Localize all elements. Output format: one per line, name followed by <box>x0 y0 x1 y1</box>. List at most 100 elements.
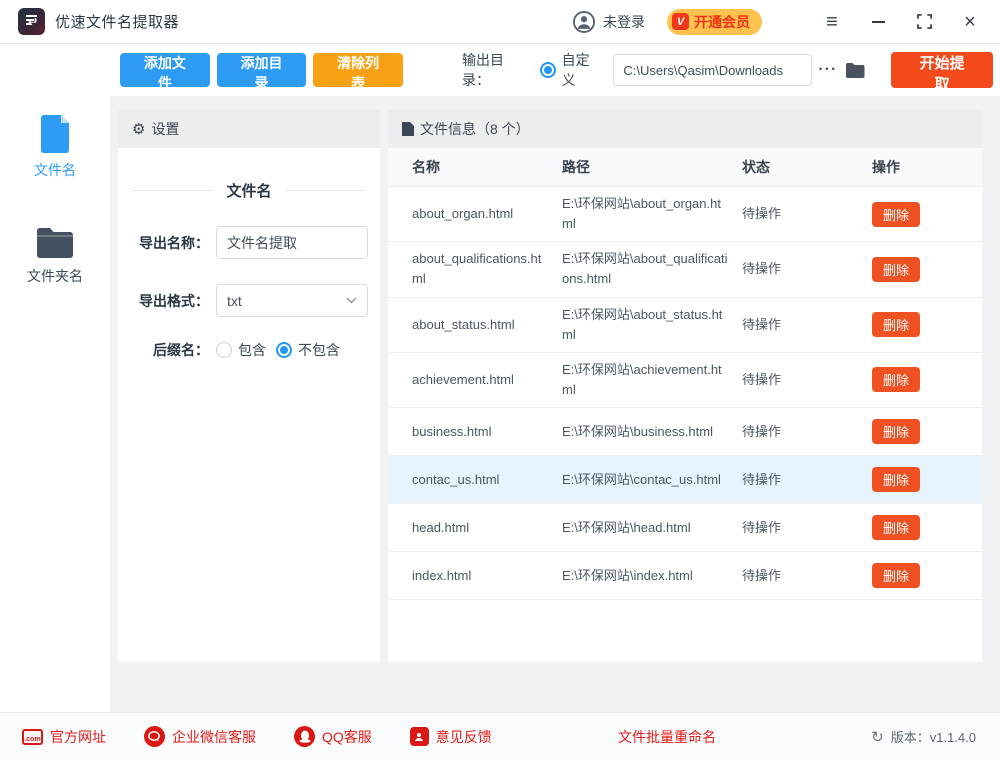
close-icon: × <box>964 12 976 32</box>
table-row[interactable]: contac_us.html E:\环保网站\contac_us.html 待操… <box>388 456 982 504</box>
table-row[interactable]: business.html E:\环保网站\business.html 待操作 … <box>388 408 982 456</box>
export-name-input[interactable] <box>216 226 368 259</box>
output-path-input[interactable] <box>613 54 812 86</box>
settings-panel: ⚙ 设置 文件名 导出名称： 导出格式： txt 后缀名： 包含 不包含 <box>118 110 380 662</box>
table-row[interactable]: head.html E:\环保网站\head.html 待操作 删除 <box>388 504 982 552</box>
row-path: E:\环保网站\about_organ.html <box>562 187 742 241</box>
table-row[interactable]: achievement.html E:\环保网站\achievement.htm… <box>388 353 982 408</box>
col-name: 名称 <box>412 157 562 177</box>
export-format-select[interactable]: txt <box>216 284 368 317</box>
suffix-include-label[interactable]: 包含 <box>238 340 266 360</box>
folder-dark-icon <box>35 226 75 260</box>
suffix-exclude-radio[interactable] <box>276 342 292 358</box>
export-name-label: 导出名称： <box>132 233 209 253</box>
batch-rename-link[interactable]: 文件批量重命名 <box>618 727 716 747</box>
export-format-row: 导出格式： txt <box>118 284 380 317</box>
refresh-icon[interactable]: ↻ <box>871 728 884 746</box>
delete-button[interactable]: 删除 <box>872 563 920 588</box>
table-row[interactable]: about_qualifications.html E:\环保网站\about_… <box>388 242 982 297</box>
row-path: E:\环保网站\head.html <box>562 511 742 545</box>
file-info-header: 文件信息（8 个） <box>388 110 982 148</box>
document-icon <box>402 122 414 136</box>
col-status: 状态 <box>742 157 872 177</box>
row-status: 待操作 <box>742 463 872 497</box>
suffix-exclude-label[interactable]: 不包含 <box>298 340 340 360</box>
menu-button[interactable]: ≡ <box>820 10 844 34</box>
delete-button[interactable]: 删除 <box>872 515 920 540</box>
table-row[interactable]: about_organ.html E:\环保网站\about_organ.htm… <box>388 187 982 242</box>
row-name: achievement.html <box>412 363 562 397</box>
add-directory-button[interactable]: 添加目录 <box>217 53 307 87</box>
table-row[interactable]: index.html E:\环保网站\index.html 待操作 删除 <box>388 552 982 600</box>
browse-more-button[interactable]: ··· <box>818 61 837 79</box>
close-button[interactable]: × <box>958 10 982 34</box>
col-action: 操作 <box>872 157 982 177</box>
file-info-panel: 文件信息（8 个） 名称 路径 状态 操作 about_organ.html E… <box>388 110 982 662</box>
clear-list-button[interactable]: 清除列表 <box>313 53 403 87</box>
minimize-icon <box>872 21 885 23</box>
app-window: 优速文件名提取器 未登录 V 开通会员 ≡ × 添加文件 添加目录 清除列表 输… <box>0 0 1000 760</box>
suffix-row: 后缀名： 包含 不包含 <box>118 340 380 360</box>
section-title: 文件名 <box>132 180 366 201</box>
start-extract-button[interactable]: 开始提取 <box>891 52 993 88</box>
login-status[interactable]: 未登录 <box>603 12 645 32</box>
open-folder-button[interactable] <box>845 62 865 79</box>
hamburger-icon: ≡ <box>826 12 838 32</box>
row-status: 待操作 <box>742 511 872 545</box>
file-icon <box>37 114 73 154</box>
website-icon: .com <box>22 729 43 745</box>
row-name: about_organ.html <box>412 197 562 231</box>
toolbar: 添加文件 添加目录 清除列表 输出目录： 自定义 ··· 开始提取 <box>110 44 1000 96</box>
chevron-down-icon <box>346 297 357 304</box>
row-path: E:\环保网站\contac_us.html <box>562 463 742 497</box>
official-site-link[interactable]: .com 官方网址 <box>22 727 106 747</box>
delete-button[interactable]: 删除 <box>872 202 920 227</box>
sidebar: 文件名 文件夹名 <box>0 44 110 712</box>
delete-button[interactable]: 删除 <box>872 257 920 282</box>
custom-output-label[interactable]: 自定义 <box>562 50 604 90</box>
folder-icon <box>845 62 865 79</box>
maximize-icon <box>917 14 932 29</box>
row-status: 待操作 <box>742 415 872 449</box>
feedback-link[interactable]: 意见反馈 <box>410 727 492 747</box>
vip-icon: V <box>672 13 689 30</box>
table-row[interactable]: about_status.html E:\环保网站\about_status.h… <box>388 298 982 353</box>
app-logo-icon <box>18 8 45 35</box>
add-file-button[interactable]: 添加文件 <box>120 53 210 87</box>
qq-service-link[interactable]: QQ客服 <box>294 726 372 747</box>
sidebar-item-foldername[interactable]: 文件夹名 <box>0 226 110 286</box>
row-name: about_status.html <box>412 308 562 342</box>
row-name: about_qualifications.html <box>412 242 562 296</box>
version-info: ↻ 版本：v1.1.4.0 <box>871 727 976 746</box>
settings-header: ⚙ 设置 <box>118 110 380 148</box>
suffix-include-radio[interactable] <box>216 342 232 358</box>
sidebar-item-filename[interactable]: 文件名 <box>0 114 110 180</box>
custom-output-radio[interactable] <box>540 62 556 78</box>
feedback-icon <box>410 727 429 746</box>
wechat-service-link[interactable]: 企业微信客服 <box>144 726 256 747</box>
minimize-button[interactable] <box>866 10 890 34</box>
row-path: E:\环保网站\business.html <box>562 415 742 449</box>
col-path: 路径 <box>562 157 742 177</box>
maximize-button[interactable] <box>912 10 936 34</box>
open-vip-button[interactable]: V 开通会员 <box>667 9 762 35</box>
export-name-row: 导出名称： <box>118 226 380 259</box>
titlebar: 优速文件名提取器 未登录 V 开通会员 ≡ × <box>0 0 1000 44</box>
delete-button[interactable]: 删除 <box>872 312 920 337</box>
row-name: business.html <box>412 415 562 449</box>
version-text: 版本：v1.1.4.0 <box>891 727 976 746</box>
suffix-label: 后缀名： <box>132 340 209 360</box>
avatar-icon[interactable] <box>573 11 595 33</box>
row-path: E:\环保网站\index.html <box>562 559 742 593</box>
row-name: contac_us.html <box>412 463 562 497</box>
row-path: E:\环保网站\about_qualifications.html <box>562 242 742 296</box>
table-column-headers: 名称 路径 状态 操作 <box>388 148 982 187</box>
gear-icon: ⚙ <box>132 120 145 138</box>
row-status: 待操作 <box>742 197 872 231</box>
table-body: about_organ.html E:\环保网站\about_organ.htm… <box>388 187 982 600</box>
delete-button[interactable]: 删除 <box>872 419 920 444</box>
row-status: 待操作 <box>742 252 872 286</box>
delete-button[interactable]: 删除 <box>872 367 920 392</box>
row-name: index.html <box>412 559 562 593</box>
delete-button[interactable]: 删除 <box>872 467 920 492</box>
